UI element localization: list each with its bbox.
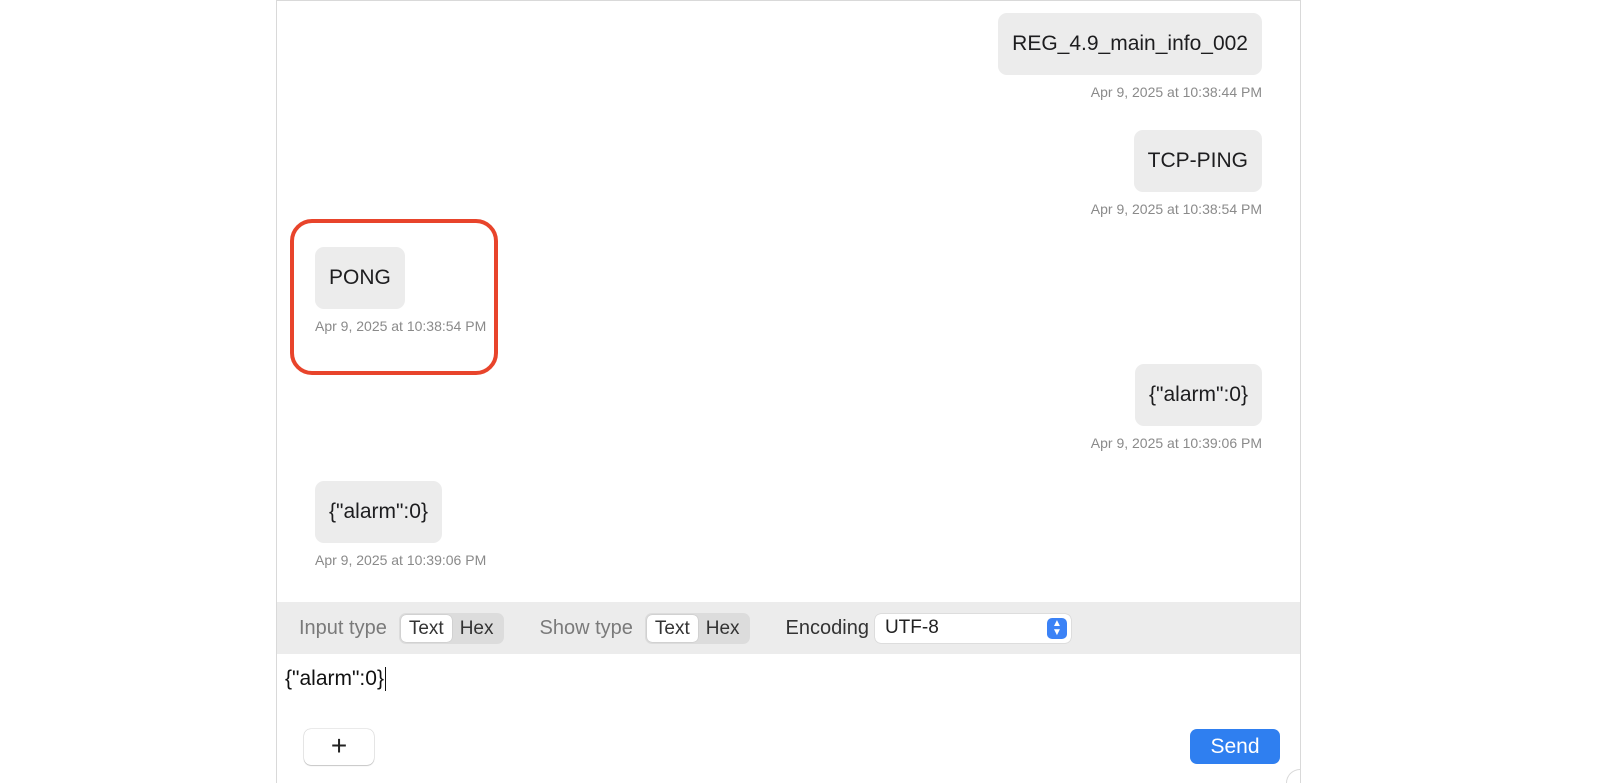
show-type-segmented-control: Text Hex [644, 612, 750, 644]
encoding-select[interactable]: UTF-8 ▲ ▼ [874, 613, 1071, 643]
message-timestamp: Apr 9, 2025 at 10:39:06 PM [1090, 435, 1262, 451]
options-toolbar: Input type Text Hex Show type Text Hex E… [277, 602, 1300, 654]
message-bubble: REG_4.9_main_info_002 [998, 13, 1262, 75]
show-type-text-option[interactable]: Text [646, 614, 698, 642]
chat-window: REG_4.9_main_info_002 Apr 9, 2025 at 10:… [276, 0, 1301, 783]
message-timestamp: Apr 9, 2025 at 10:38:54 PM [1090, 201, 1262, 217]
input-type-text-option[interactable]: Text [400, 614, 452, 642]
encoding-label: Encoding [785, 616, 869, 639]
message-bubble: {"alarm":0} [315, 481, 442, 543]
message-list[interactable]: REG_4.9_main_info_002 Apr 9, 2025 at 10:… [277, 1, 1300, 601]
text-caret [384, 667, 386, 692]
message-timestamp: Apr 9, 2025 at 10:38:44 PM [1090, 84, 1262, 100]
resize-corner[interactable] [1286, 769, 1300, 783]
input-type-label: Input type [299, 616, 387, 639]
input-type-hex-option[interactable]: Hex [452, 615, 502, 642]
message-outgoing: TCP-PING Apr 9, 2025 at 10:38:54 PM [1091, 130, 1262, 217]
show-type-hex-option[interactable]: Hex [698, 615, 748, 642]
add-button[interactable]: + [304, 729, 374, 765]
show-type-label: Show type [539, 616, 633, 639]
message-bubble: TCP-PING [1133, 130, 1262, 192]
send-button[interactable]: Send [1190, 729, 1280, 764]
message-outgoing: REG_4.9_main_info_002 Apr 9, 2025 at 10:… [998, 13, 1262, 100]
message-input-value: {"alarm":0} [285, 667, 384, 690]
highlight-annotation [290, 219, 498, 375]
input-type-segmented-control: Text Hex [398, 612, 504, 644]
message-incoming: {"alarm":0} Apr 9, 2025 at 10:39:06 PM [315, 481, 486, 568]
message-input[interactable]: {"alarm":0} [277, 654, 1300, 704]
message-outgoing: {"alarm":0} Apr 9, 2025 at 10:39:06 PM [1091, 364, 1262, 451]
chevron-up-down-icon: ▲ ▼ [1046, 617, 1067, 639]
encoding-value: UTF-8 [884, 617, 939, 638]
message-timestamp: Apr 9, 2025 at 10:39:06 PM [315, 552, 487, 568]
message-bubble: {"alarm":0} [1135, 364, 1262, 426]
